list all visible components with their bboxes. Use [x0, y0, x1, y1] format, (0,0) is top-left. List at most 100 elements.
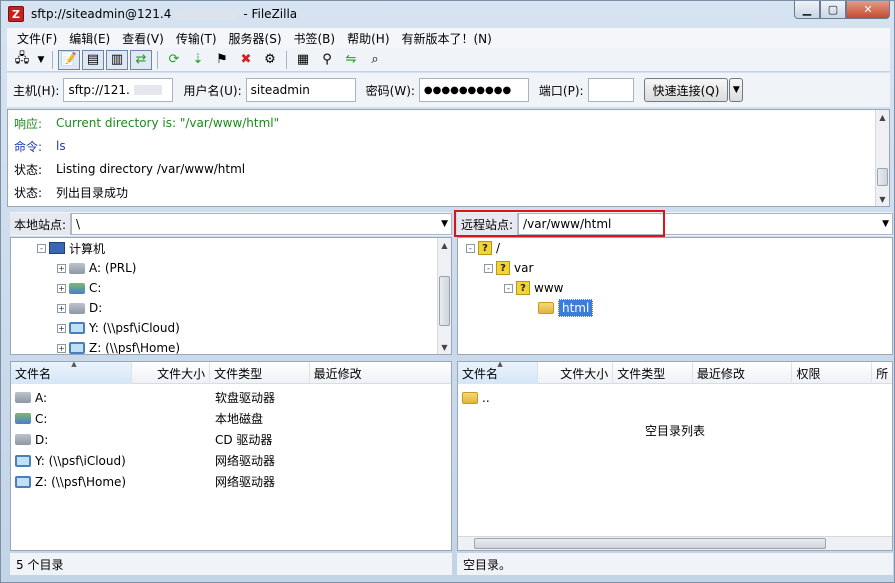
process-queue-icon[interactable]: ⇣	[187, 50, 209, 70]
log-type: 响应:	[14, 116, 43, 131]
network-drive-icon	[15, 454, 31, 467]
maximize-button[interactable]: ▢	[820, 1, 846, 19]
tree-item[interactable]: - ? /	[466, 238, 500, 258]
collapse-icon[interactable]: -	[504, 283, 513, 293]
tree-item[interactable]: + C:	[57, 278, 101, 298]
scroll-down-icon[interactable]: ▼	[876, 192, 889, 206]
menu-item-0[interactable]: 文件(F)	[11, 30, 63, 47]
column-filename[interactable]: ▲ 文件名	[458, 362, 538, 384]
log-scrollbar[interactable]: ▲ ▼	[875, 110, 889, 206]
toggle-queue-icon[interactable]: ⇄	[130, 49, 152, 70]
table-row[interactable]: D: CD 驱动器	[11, 429, 451, 450]
window-title-suffix: - FileZilla	[243, 7, 298, 21]
expand-icon[interactable]: +	[57, 303, 66, 313]
log-type: 状态:	[14, 185, 43, 200]
collapse-icon[interactable]: -	[484, 263, 493, 273]
file-type: CD 驱动器	[215, 433, 273, 447]
disk-icon	[69, 282, 85, 294]
collapse-icon[interactable]: -	[37, 243, 46, 253]
table-row[interactable]: C: 本地磁盘	[11, 408, 451, 429]
column-filetype[interactable]: 文件类型	[210, 362, 310, 384]
menu-item-5[interactable]: 书签(B)	[288, 30, 342, 47]
table-row[interactable]: Z: (\\psf\Home) 网络驱动器	[11, 471, 451, 492]
toggle-remote-tree-icon[interactable]: ▥	[106, 49, 128, 70]
tree-item[interactable]: + Y: (\\psf\iCloud)	[57, 318, 180, 338]
column-label: 文件大小	[157, 366, 206, 381]
remote-list-hscrollbar[interactable]	[458, 536, 892, 550]
column-filetype[interactable]: 文件类型	[613, 362, 693, 384]
tree-item[interactable]: - ? var	[484, 258, 533, 278]
menu-item-4[interactable]: 服务器(S)	[223, 30, 288, 47]
log-type: 状态:	[14, 162, 43, 177]
scroll-thumb[interactable]	[439, 276, 450, 326]
toolbar-separator	[286, 50, 287, 69]
sync-browse-icon[interactable]: ⇋	[340, 50, 362, 70]
column-owner[interactable]: 所	[872, 362, 892, 384]
title-bar[interactable]: Z sftp://siteadmin@121.4 - FileZilla ▁ ▢ …	[1, 1, 894, 28]
column-modified[interactable]: 最近修改	[310, 362, 451, 384]
local-path-dropdown-icon[interactable]: ▼	[441, 219, 448, 229]
menu-item-7[interactable]: 有新版本了！(N)	[396, 30, 498, 47]
menu-item-1[interactable]: 编辑(E)	[63, 30, 116, 47]
menu-item-3[interactable]: 传输(T)	[170, 30, 223, 47]
username-input[interactable]: siteadmin	[245, 78, 356, 102]
tree-item[interactable]: - ? www	[504, 278, 563, 298]
column-filesize[interactable]: 文件大小	[538, 362, 614, 384]
quickconnect-bar: 主机(H): sftp://121. 用户名(U): siteadmin 密码(…	[7, 73, 890, 107]
column-permissions[interactable]: 权限	[792, 362, 873, 384]
refresh-icon[interactable]: ⟳	[163, 50, 185, 70]
toolbar-separator	[157, 50, 158, 69]
column-filesize[interactable]: 文件大小	[132, 362, 211, 384]
filter-icon[interactable]: ▦	[292, 50, 314, 70]
local-path-input[interactable]: \ ▼	[71, 213, 452, 235]
scroll-thumb[interactable]	[474, 538, 826, 549]
scroll-thumb[interactable]	[877, 168, 888, 186]
expand-icon[interactable]: +	[57, 283, 66, 293]
menu-item-2[interactable]: 查看(V)	[116, 30, 170, 47]
close-button[interactable]: ✕	[846, 1, 890, 19]
tree-item-label: A: (PRL)	[89, 261, 137, 275]
table-row[interactable]: ..	[458, 387, 892, 408]
minimize-button[interactable]: ▁	[794, 1, 820, 19]
expand-icon[interactable]: +	[57, 323, 66, 333]
tree-item[interactable]: - 计算机	[37, 238, 105, 258]
reconnect-icon[interactable]: ⚙	[259, 50, 281, 70]
drive-icon	[15, 392, 31, 403]
message-log: 响应: Current directory is: "/var/www/html…	[7, 109, 890, 207]
scroll-up-icon[interactable]: ▲	[876, 110, 889, 124]
window-title: sftp://siteadmin@121.4 - FileZilla	[31, 7, 297, 21]
search-icon[interactable]: ⌕	[364, 50, 386, 70]
cancel-icon[interactable]: ⚑	[211, 50, 233, 70]
toolbar: 🖧 ▼ 📝 ▤ ▥ ⇄ ⟳ ⇣ ⚑ ✖ ⚙ ▦ ⚲ ⇋ ⌕	[7, 48, 890, 72]
toggle-local-tree-icon[interactable]: ▤	[82, 49, 104, 70]
tree-item[interactable]: + Z: (\\psf\Home)	[57, 338, 180, 354]
scroll-up-icon[interactable]: ▲	[438, 238, 451, 252]
column-modified[interactable]: 最近修改	[693, 362, 793, 384]
host-input[interactable]: sftp://121.	[63, 78, 174, 102]
port-input[interactable]	[587, 78, 634, 102]
table-row[interactable]: A: 软盘驱动器	[11, 387, 451, 408]
tree-item[interactable]: + D:	[57, 298, 102, 318]
quickconnect-dropdown-icon[interactable]: ▼	[729, 78, 744, 102]
toggle-log-icon[interactable]: 📝	[58, 49, 80, 70]
log-row: 命令: ls	[14, 135, 66, 157]
window-controls: ▁ ▢ ✕	[794, 1, 890, 19]
disconnect-icon[interactable]: ✖	[235, 50, 257, 70]
collapse-icon[interactable]: -	[466, 243, 475, 253]
tree-item[interactable]: + A: (PRL)	[57, 258, 136, 278]
site-manager-icon[interactable]: 🖧	[11, 50, 33, 70]
remote-path-dropdown-icon[interactable]: ▼	[882, 219, 889, 229]
local-tree-scrollbar[interactable]: ▲ ▼	[437, 238, 451, 354]
column-filename[interactable]: ▲ 文件名	[11, 362, 133, 384]
tree-item[interactable]: html	[538, 298, 594, 318]
quickconnect-button[interactable]: 快速连接(Q)	[643, 78, 729, 102]
menu-item-6[interactable]: 帮助(H)	[341, 30, 395, 47]
expand-icon[interactable]: +	[57, 263, 66, 273]
password-input[interactable]: ●●●●●●●●●●	[418, 78, 529, 102]
compare-icon[interactable]: ⚲	[316, 50, 338, 70]
table-row[interactable]: Y: (\\psf\iCloud) 网络驱动器	[11, 450, 451, 471]
dropdown-icon[interactable]: ▼	[35, 50, 47, 70]
scroll-down-icon[interactable]: ▼	[438, 340, 451, 354]
tree-item-label: /	[496, 241, 501, 255]
expand-icon[interactable]: +	[57, 343, 66, 353]
